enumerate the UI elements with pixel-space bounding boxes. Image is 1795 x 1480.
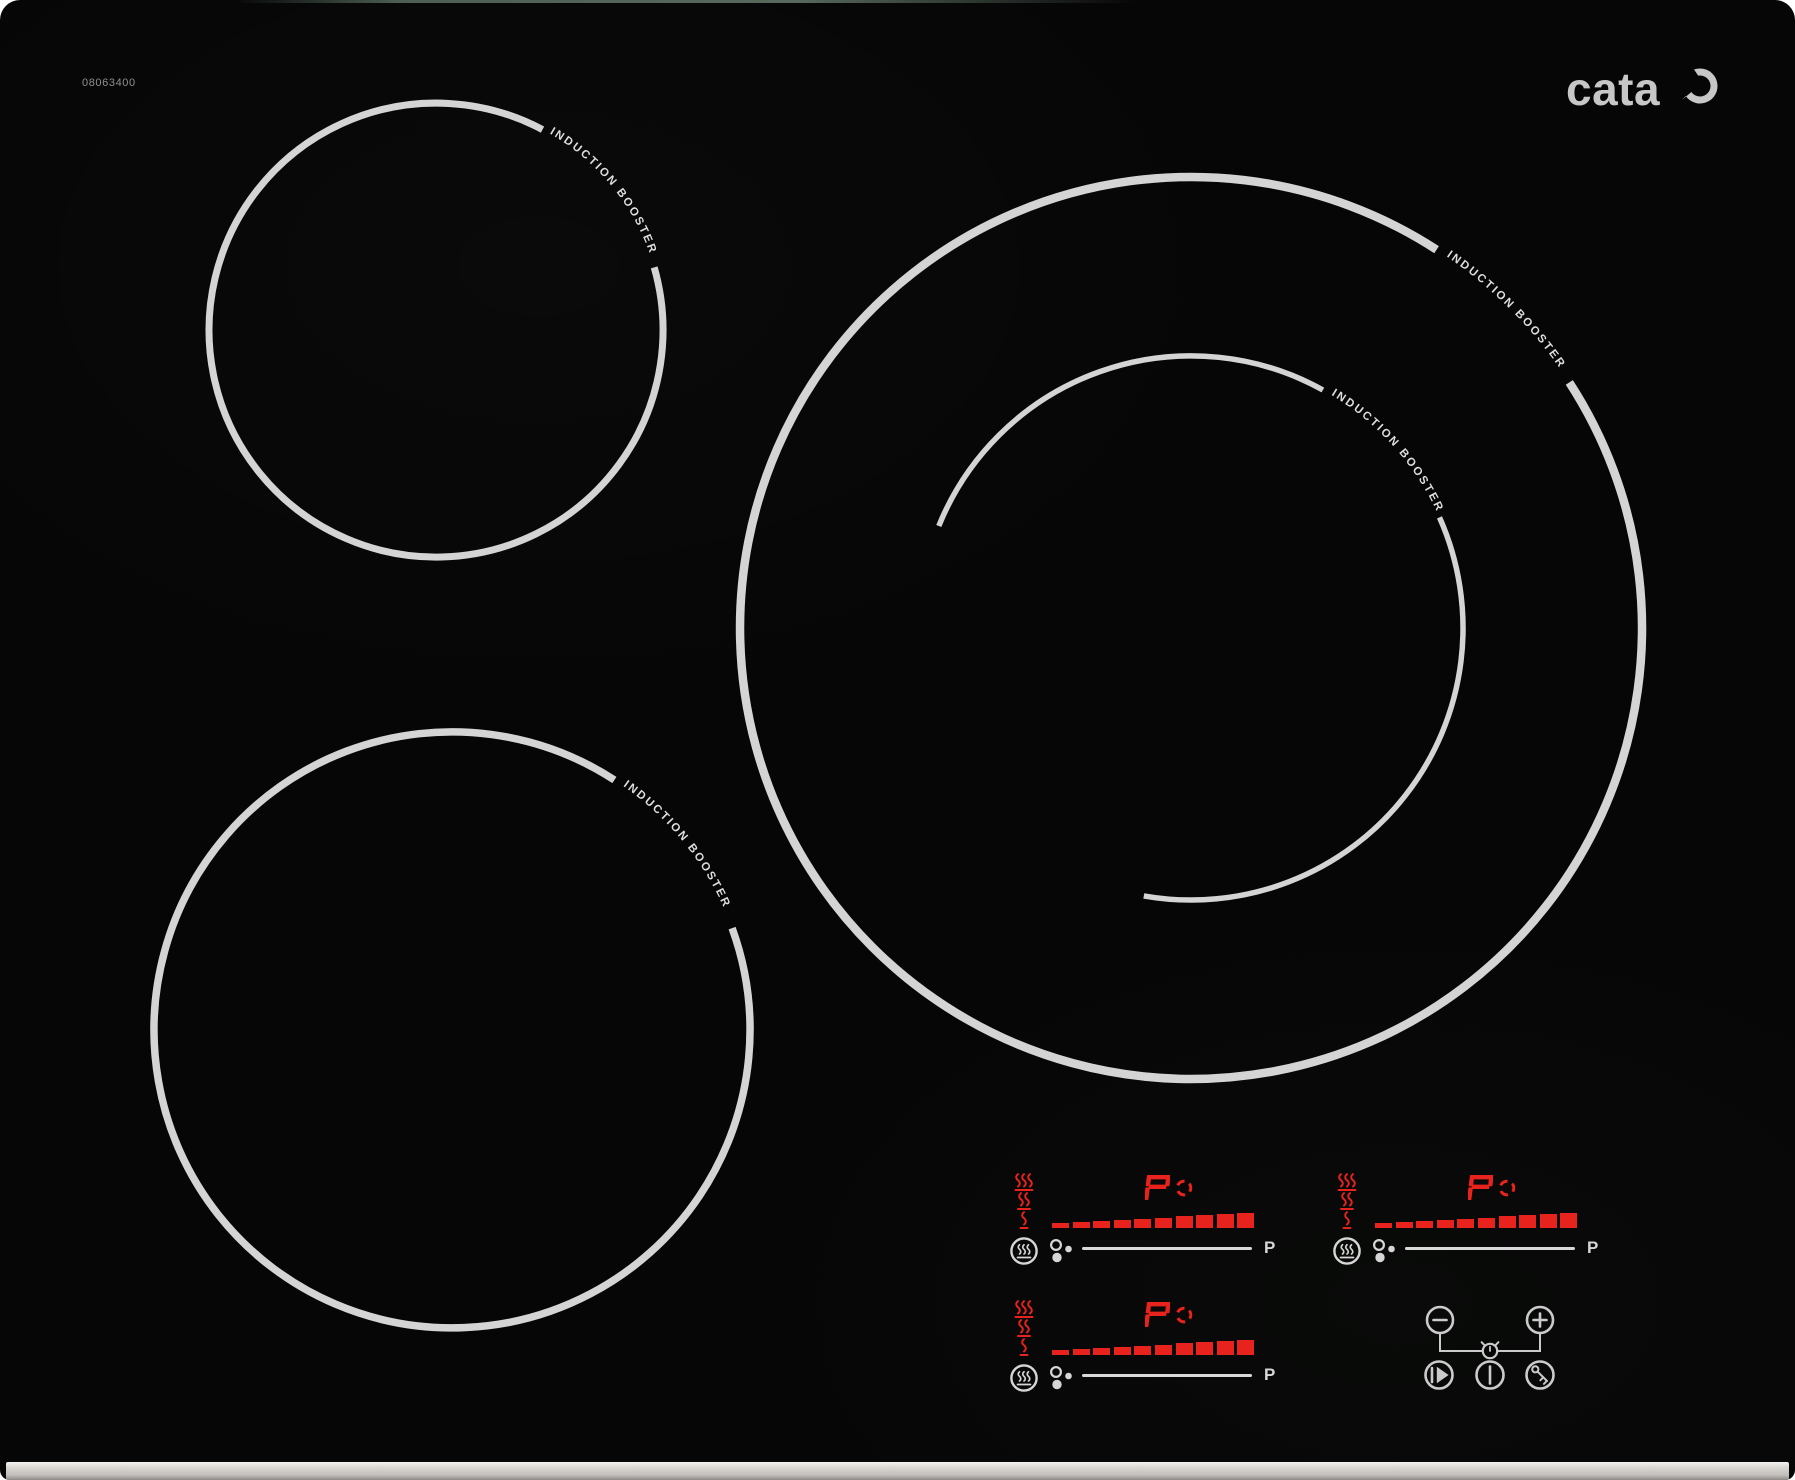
burner-display-right: P	[1008, 1170, 1290, 1266]
pan-dots-icon	[1372, 1238, 1395, 1263]
zone-ring-right-inner-a	[936, 353, 1325, 528]
power-bar-segment	[1237, 1213, 1255, 1228]
power-level-bar	[1052, 1340, 1260, 1355]
power-slider-track[interactable]	[1082, 1247, 1252, 1250]
power-bar-segment	[1093, 1347, 1111, 1355]
power-bar-segment	[1375, 1223, 1392, 1228]
power-bar-segment	[1196, 1342, 1214, 1355]
power-level-display	[1468, 1175, 1493, 1200]
power-bar-segment	[1216, 1214, 1234, 1228]
power-bar-segment	[1395, 1221, 1413, 1228]
zone-label-front-left: INDUCTION BOOSTER	[621, 779, 732, 911]
steam-1-icon	[1019, 1338, 1029, 1356]
power-bar-segment	[1093, 1220, 1111, 1228]
steam-1-icon	[1342, 1211, 1352, 1229]
child-lock-key-button[interactable]	[1525, 1360, 1555, 1390]
timer-clock-icon[interactable]	[1480, 1341, 1500, 1360]
steam-3-icon	[1014, 1173, 1034, 1191]
power-slider-track[interactable]	[1082, 1374, 1252, 1377]
pause-resume-button[interactable]	[1424, 1360, 1454, 1390]
burner-display-front: P	[1008, 1297, 1290, 1393]
power-bar-segment	[1560, 1213, 1578, 1228]
power-bar-segment	[1113, 1346, 1131, 1355]
power-bar-segment	[1154, 1344, 1172, 1355]
power-bar-segment	[1072, 1348, 1090, 1355]
power-level-bar	[1052, 1213, 1260, 1228]
zone-ring-right-inner-b	[1143, 516, 1466, 903]
residual-heat-indicators	[1014, 1173, 1036, 1230]
zone-label-back-left: INDUCTION BOOSTER	[548, 126, 659, 257]
power-bar-segment	[1052, 1223, 1069, 1228]
steam-3-icon	[1337, 1173, 1357, 1191]
power-bar-segment	[1134, 1218, 1152, 1228]
power-bar-segment	[1113, 1219, 1131, 1228]
brand-swoosh-icon	[1682, 68, 1718, 104]
power-bar-segment	[1457, 1218, 1475, 1228]
brand-wordmark: cata	[1566, 63, 1661, 115]
plus-button[interactable]	[1525, 1305, 1555, 1335]
power-button[interactable]	[1475, 1360, 1505, 1390]
power-bar-segment	[1216, 1341, 1234, 1355]
power-bar-segment	[1052, 1350, 1069, 1355]
power-bar-segment	[1498, 1216, 1516, 1228]
dashed-circle-icon	[1175, 1306, 1193, 1324]
power-bar-segment	[1237, 1340, 1255, 1355]
power-bar-segment	[1196, 1215, 1214, 1228]
residual-heat-indicators	[1337, 1173, 1359, 1230]
brand-logo: cata	[1566, 64, 1726, 114]
power-bar-segment	[1416, 1220, 1434, 1228]
zone-ring-right-outer	[735, 172, 1647, 1084]
steam-2-icon	[1340, 1192, 1354, 1210]
glass-ceramic-surface: INDUCTION BOOSTER INDUCTION BOOSTER INDU…	[0, 0, 1795, 1480]
power-bar-segment	[1134, 1345, 1152, 1355]
pan-dots-icon	[1049, 1238, 1072, 1263]
power-bar-segment	[1072, 1221, 1090, 1228]
power-bar-segment	[1539, 1214, 1557, 1228]
residual-heat-indicators	[1014, 1300, 1036, 1357]
max-power-label[interactable]: P	[1587, 1238, 1598, 1258]
zone-label-right-outer: INDUCTION BOOSTER	[1445, 249, 1568, 371]
power-bar-segment	[1175, 1216, 1193, 1228]
hotplate-steam-icon[interactable]	[1009, 1236, 1039, 1266]
dashed-circle-icon	[1175, 1179, 1193, 1197]
power-bar-segment	[1175, 1343, 1193, 1355]
power-bar-segment	[1154, 1217, 1172, 1228]
power-level-bar	[1375, 1213, 1583, 1228]
power-bar-segment	[1436, 1219, 1454, 1228]
model-number: 08063400	[82, 77, 136, 89]
dashed-circle-icon	[1498, 1179, 1516, 1197]
steam-2-icon	[1017, 1319, 1031, 1337]
max-power-label[interactable]: P	[1264, 1365, 1275, 1385]
pan-dots-icon	[1049, 1365, 1072, 1390]
steam-2-icon	[1017, 1192, 1031, 1210]
product-photo-induction-hob: INDUCTION BOOSTER INDUCTION BOOSTER INDU…	[0, 0, 1795, 1480]
power-level-display	[1145, 1302, 1170, 1327]
steam-1-icon	[1019, 1211, 1029, 1229]
power-slider-track[interactable]	[1405, 1247, 1575, 1250]
front-metal-trim	[6, 1462, 1789, 1480]
hotplate-steam-icon[interactable]	[1332, 1236, 1362, 1266]
max-power-label[interactable]: P	[1264, 1238, 1275, 1258]
steam-3-icon	[1014, 1300, 1034, 1318]
touch-control-panel	[1424, 1305, 1555, 1390]
hotplate-steam-icon[interactable]	[1009, 1363, 1039, 1393]
minus-button[interactable]	[1425, 1305, 1455, 1335]
power-bar-segment	[1477, 1217, 1495, 1228]
burner-display-far-right: P	[1331, 1170, 1613, 1266]
zone-label-right-inner: INDUCTION BOOSTER	[1330, 387, 1446, 514]
power-level-display	[1145, 1175, 1170, 1200]
power-bar-segment	[1519, 1215, 1537, 1228]
